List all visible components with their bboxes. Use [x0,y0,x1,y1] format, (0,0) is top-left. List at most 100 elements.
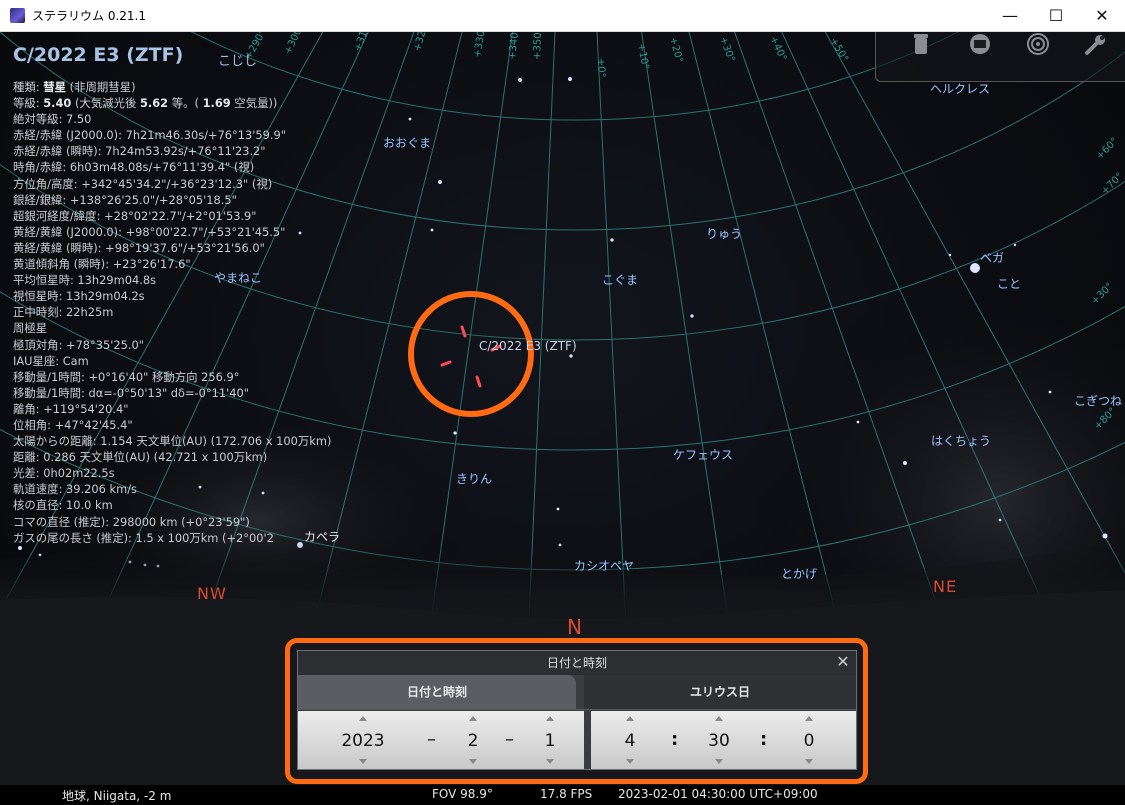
constellation-label: はくちょう [931,434,992,448]
info-line: 位相角: +47°42'45.4" [13,417,133,432]
date-separator: – [427,729,436,750]
object-title: C/2022 E3 (ZTF) [13,44,184,66]
info-line: 赤経/赤緯 (瞬時): 7h24m53.92s/+76°11'23.2" [13,144,266,159]
info-line: 周極星 [13,321,48,336]
info-line: 光差: 0h02m22.5s [13,466,115,481]
trash-icon[interactable] [909,32,933,56]
cardinal-ne: NE [933,577,958,596]
constellation-label: りゅう [706,227,743,241]
year-up-arrow[interactable] [359,716,367,721]
tab-divider [298,709,856,710]
grid-label: +330° [472,32,488,59]
info-line: ガスの尾の長さ (推定): 1.5 x 100万km (+2°00'2 [13,530,274,545]
cardinal-n: N [567,615,583,639]
info-line: 黄経/黄緯 (J2000.0): +98°00'22.7"/+53°21'45.… [13,224,286,239]
minute-down-arrow[interactable] [715,759,723,764]
datetime-status[interactable]: 2023-02-01 04:30:00 UTC+09:00 [618,787,818,801]
hour-field[interactable]: 4 [615,731,645,751]
grid-label: +0° [595,58,607,78]
grid-label: +300° [283,32,307,56]
target-icon[interactable] [1026,32,1050,56]
location-status[interactable]: 地球, Niigata, -2 m [62,787,171,804]
info-line: 銀経/銀緯: +138°26'25.0"/+28°05'18.5" [13,192,237,207]
top-toolbar [875,32,1125,82]
constellation-label: ヘルクレス [930,82,991,96]
date-spinbox-group: 2023 – 2 – 1 [298,711,584,769]
tab-date-time[interactable]: 日付と時刻 [298,675,576,709]
info-line: 黄道傾斜角 (瞬時): +23°26'17.6" [13,257,191,272]
maximize-button[interactable]: ☐ [1033,0,1079,31]
day-up-arrow[interactable] [546,716,554,721]
constellation-label: こぐま [602,273,639,287]
month-field[interactable]: 2 [458,731,488,751]
info-line: 超銀河経度/緯度: +28°02'22.7"/+2°01'53.9" [13,208,257,223]
hour-down-arrow[interactable] [626,759,634,764]
grid-label: +350° [532,32,544,60]
wrench-icon[interactable] [1084,32,1108,56]
grid-label: +320° [412,32,431,53]
month-down-arrow[interactable] [469,759,477,764]
window-title: ステラリウム 0.21.1 [32,9,146,23]
grid-label: +30° [717,35,736,63]
object-info-panel: 種類: 彗星 (非周期彗星) 等級: 5.40 (大気減光後 5.62 等。( 1… [13,79,331,546]
grid-label: +340° [507,32,521,60]
status-bar: 地球, Niigata, -2 m FOV 98.9° 17.8 FPS 202… [0,785,1125,805]
window-icon[interactable] [968,32,992,56]
second-up-arrow[interactable] [805,716,813,721]
info-line: 絶対等級: 7.50 [13,112,92,127]
info-line: 平均恒星時: 13h29m04.8s [13,273,157,288]
info-line: 極頂対角: +78°35'25.0" [13,337,144,352]
hour-up-arrow[interactable] [626,716,634,721]
constellation-label: とかげ [781,567,818,581]
info-line: 移動量/1時間: +0°16'40" 移動方向 256.9° [13,369,240,384]
star-label: ベガ [980,251,1005,265]
close-window-button[interactable]: ✕ [1079,0,1125,31]
grid-label: +20° [667,36,684,64]
grid-label: +10° [635,43,650,71]
minute-up-arrow[interactable] [715,716,723,721]
info-line: 正中時刻: 22h25m [13,305,114,320]
object-constellation: こじし [218,54,258,69]
constellation-label: ケフェウス [673,448,734,462]
constellation-label: きりん [456,472,493,486]
info-line: コマの直径 (推定): 298000 km (+0°23'59") [13,514,250,529]
constellation-label: こぎつね [1074,394,1123,408]
info-line: 太陽からの距離: 1.154 天文単位(AU) (172.706 x 100万k… [13,434,332,449]
year-down-arrow[interactable] [359,759,367,764]
day-down-arrow[interactable] [546,759,554,764]
info-line: 核の直径: 10.0 km [13,498,113,513]
day-field[interactable]: 1 [535,731,565,751]
comet-marker [440,325,502,388]
info-line: 種類: 彗星 (非周期彗星) [13,80,136,94]
date-separator: – [505,729,514,750]
tab-julian-day[interactable]: ユリウス日 [584,675,856,709]
year-field[interactable]: 2023 [333,731,393,751]
comet-label: C/2022 E3 (ZTF) [479,339,577,353]
time-separator: : [671,729,679,750]
dialog-close-button[interactable]: ✕ [834,653,852,671]
info-line: 距離: 0.286 天文単位(AU) (42.721 x 100万km) [13,450,268,465]
info-line: IAU星座: Cam [13,353,89,368]
info-line: 時角/赤緯: 6h03m48.08s/+76°11'39.4" (視) [13,160,255,175]
second-down-arrow[interactable] [805,759,813,764]
constellation-label: おおぐま [383,136,432,150]
info-line: 移動量/1時間: dα=-0°50'13" dδ=-0°11'40" [13,385,249,400]
info-line: 軌道速度: 39.206 km/s [13,482,137,497]
info-line: 等級: 5.40 (大気減光後 5.62 等。( 1.69 空気量)) [13,96,278,111]
minute-field[interactable]: 30 [699,731,739,751]
fov-status: FOV 98.9° [432,787,493,801]
info-line: 視恒星時: 13h29m04.2s [13,289,145,304]
minimize-button[interactable]: — [987,0,1033,31]
grid-label: +50° [827,36,850,64]
info-line: 離角: +119°54'20.4" [13,401,129,416]
month-up-arrow[interactable] [469,716,477,721]
cardinal-nw: NW [197,584,227,603]
app-icon [10,8,25,23]
comet-highlight-circle [408,291,534,417]
constellation-label: カシオペヤ [574,559,635,573]
info-line: 赤経/赤緯 (J2000.0): 7h21m46.30s/+76°13'59.9… [13,128,286,143]
title-bar: ステラリウム 0.21.1 — ☐ ✕ [0,0,1125,32]
grid-label: +310° [352,32,373,53]
grid-label: +60° [1094,136,1120,162]
second-field[interactable]: 0 [794,731,824,751]
